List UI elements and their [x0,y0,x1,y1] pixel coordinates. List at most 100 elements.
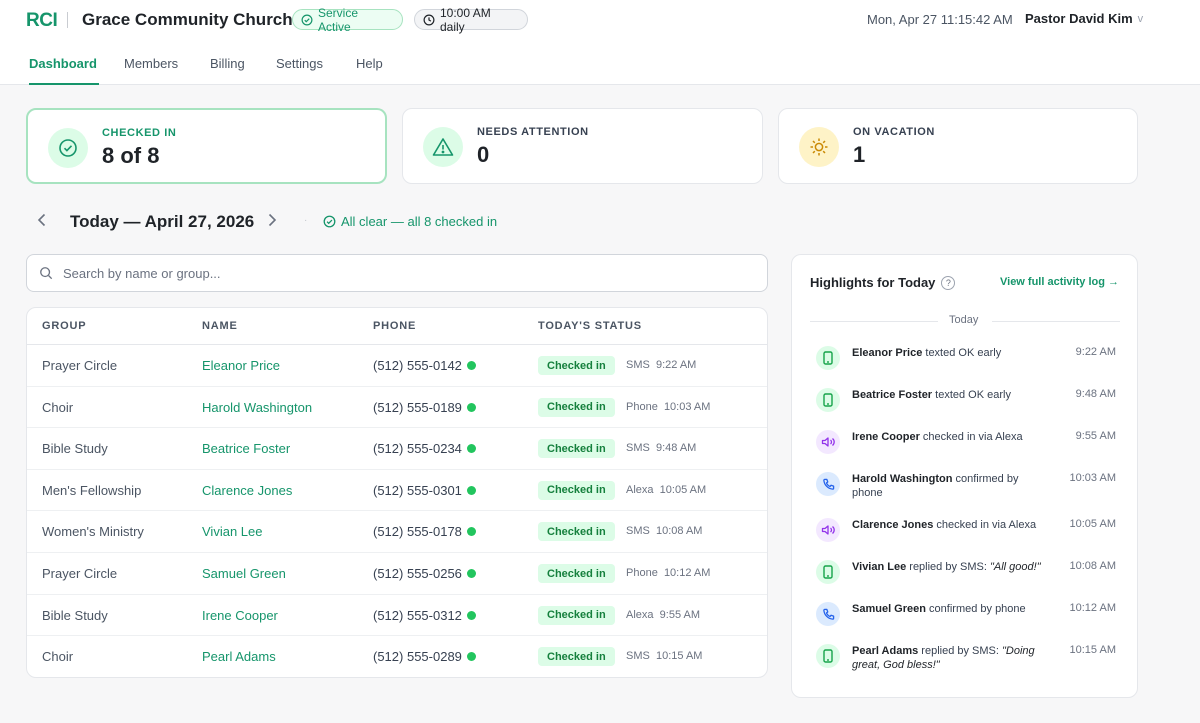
activity-time: 9:55 AM [1075,430,1116,442]
table-row[interactable]: Bible Study Beatrice Foster (512) 555-0234… [27,428,767,470]
status-dot-icon [466,361,476,370]
table-row[interactable]: Choir Harold Washington (512) 555-0189 Chec… [27,387,767,429]
stat-label: NEEDS ATTENTION [477,126,589,138]
status-badge: Checked in [538,647,615,667]
phone-cell: (512) 555-0289 [373,649,476,664]
phone-cell: (512) 555-0234 [373,441,476,456]
smartphone-icon [816,560,840,584]
member-name: Samuel Green [852,603,926,615]
activity-message: Vivian Lee replied by SMS: "All good!" [852,560,1044,574]
checkin-time: 9:48 AM [655,442,697,455]
checkin-channel: SMS [626,359,650,371]
member-name-link[interactable]: Clarence Jones [202,483,292,498]
phone-number: (512) 555-0178 [373,524,462,540]
stat-label: ON VACATION [853,126,935,138]
member-name-link[interactable]: Beatrice Foster [202,441,290,456]
speaker-icon [816,430,840,454]
brand-logo[interactable]: RCI [26,10,58,32]
member-name-link[interactable]: Samuel Green [202,566,286,581]
checkin-time: 9:22 AM [655,359,697,371]
tab-members[interactable]: Members [124,56,178,85]
group-cell: Choir [42,399,74,415]
service-status-label: Service Active [318,5,359,34]
column-header-status[interactable]: TODAY'S STATUS [538,320,642,332]
tab-settings[interactable]: Settings [276,56,323,85]
phone-number: (512) 555-0142 [373,358,462,373]
divider-line [992,321,1120,322]
member-name-link[interactable]: Pearl Adams [202,649,276,664]
table-row[interactable]: Men's Fellowship Clarence Jones (512) 555-… [27,470,767,512]
group-cell: Choir [42,649,74,665]
schedule-label: 10:00 AM daily [440,5,491,34]
activity-text: texted OK early [922,347,1002,359]
member-name-link[interactable]: Harold Washington [202,400,312,415]
phone-number: (512) 555-0289 [373,649,462,665]
group-cell: Bible Study [42,441,108,457]
column-header-group[interactable]: GROUP [42,320,86,332]
next-day-button[interactable] [262,210,282,230]
member-name: Clarence Jones [852,519,934,531]
activity-text: confirmed by phone [925,603,1026,615]
stat-card-on-vacation[interactable]: ON VACATION 1 [778,108,1138,184]
checkin-method: SMS 9:48 AM [626,442,696,454]
member-name-link[interactable]: Irene Cooper [202,608,278,623]
organization-name: Grace Community Church [82,10,293,29]
table-header: GROUP NAME PHONE TODAY'S STATUS [27,308,767,345]
help-icon[interactable]: ? [941,275,956,290]
status-badge: Checked in [538,480,615,500]
status-badge: Checked in [538,397,615,417]
sun-icon [799,127,839,167]
phone-icon [816,472,840,496]
checkin-method: Alexa 9:55 AM [626,609,700,621]
stat-card-checked-in[interactable]: CHECKED IN 8 of 8 [26,108,387,184]
table-row[interactable]: Bible Study Irene Cooper (512) 555-0312 Che… [27,595,767,637]
search-input[interactable] [63,263,753,283]
member-name: Irene Cooper [852,431,920,443]
checkin-time: 10:05 AM [659,483,707,496]
user-menu[interactable]: Pastor David Kim v [1025,11,1143,26]
checkin-method: Phone 10:03 AM [626,401,710,413]
tab-dashboard[interactable]: Dashboard [29,56,99,85]
activity-time: 9:22 AM [1075,346,1116,358]
tab-billing[interactable]: Billing [210,56,245,85]
activity-time: 10:08 AM [1069,560,1116,572]
member-name: Pearl Adams [852,645,919,657]
table-row[interactable]: Women's Ministry Vivian Lee (512) 555-0178… [27,511,767,553]
checkin-method: SMS 9:22 AM [626,359,696,371]
table-row[interactable]: Choir Pearl Adams (512) 555-0289 Checked in… [27,636,767,677]
view-activity-log-link[interactable]: View full activity log → [1000,276,1119,288]
checkin-channel: SMS [626,650,650,663]
status-dot-icon [466,527,476,537]
check-circle-icon [323,215,336,228]
stat-value: 1 [853,142,866,167]
all-clear-text: All clear — all 8 checked in [341,214,498,229]
column-header-name[interactable]: NAME [202,320,238,332]
status-badge: Checked in [538,605,615,625]
brand-divider [67,12,68,28]
previous-day-button[interactable] [32,210,52,230]
group-cell: Prayer Circle [42,566,118,581]
search-icon [40,267,53,280]
member-name-link[interactable]: Vivian Lee [202,524,262,539]
member-name-link[interactable]: Eleanor Price [202,358,280,373]
status-badge: Checked in [538,522,615,542]
checkin-method: Alexa 10:05 AM [626,484,706,496]
activity-text: checked in via Alexa [919,431,1023,443]
tab-help[interactable]: Help [356,56,383,85]
checkin-method: SMS 10:15 AM [626,650,702,662]
phone-number: (512) 555-0234 [373,441,462,457]
checkin-method: SMS 10:08 AM [626,525,702,537]
table-row[interactable]: Prayer Circle Samuel Green (512) 555-0256 C… [27,553,767,595]
member-name: Harold Washington [852,473,953,485]
activity-message: Harold Washington confirmed by phone [852,472,1044,500]
user-name: Pastor David Kim [1025,11,1133,26]
check-circle-icon [48,128,88,168]
stat-card-needs-attention[interactable]: NEEDS ATTENTION 0 [402,108,763,184]
column-header-phone[interactable]: PHONE [373,320,416,332]
phone-number: (512) 555-0256 [373,566,462,581]
activity-time: 10:15 AM [1069,644,1116,656]
phone-cell: (512) 555-0189 [373,400,476,415]
checkin-time: 10:08 AM [655,525,703,538]
date-title: Today — April 27, 2026 [70,212,255,231]
table-row[interactable]: Prayer Circle Eleanor Price (512) 555-0142… [27,345,767,387]
